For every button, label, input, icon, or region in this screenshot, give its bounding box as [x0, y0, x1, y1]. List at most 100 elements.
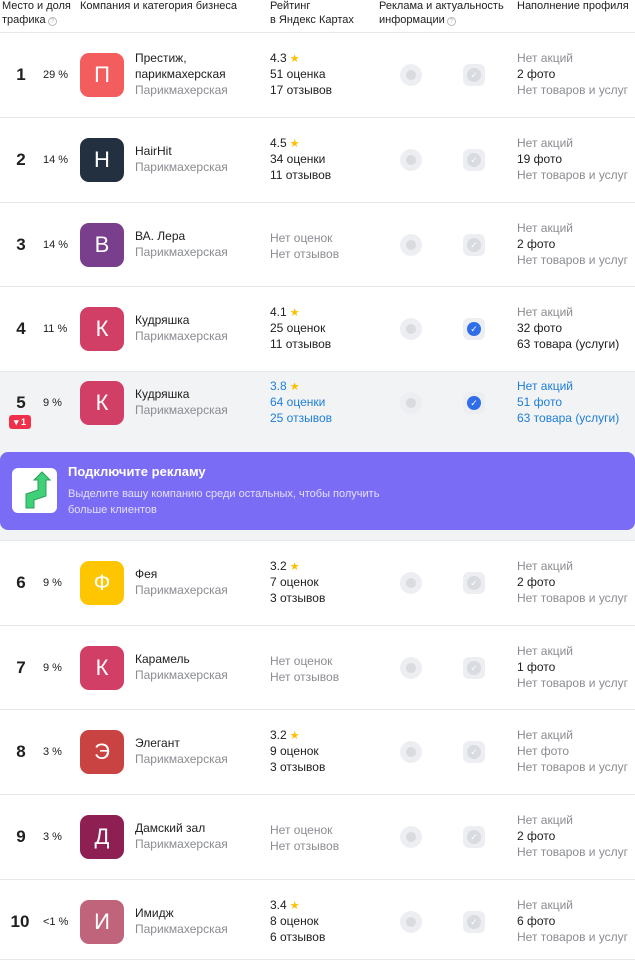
company-logo[interactable]: H: [80, 138, 124, 182]
star-icon: ★: [289, 730, 300, 742]
ratings-count: 7 оценок: [270, 575, 319, 589]
company-category: Парикмахерская: [135, 329, 228, 343]
ad-status-icon[interactable]: [400, 657, 422, 679]
table-row[interactable]: 4 11 % К Кудряшка Парикмахерская 4.1 ★ 25 оцено…: [0, 287, 635, 372]
ad-status-icon[interactable]: [400, 911, 422, 933]
rating-value: 3.2: [270, 728, 287, 742]
place-number: 6: [16, 573, 26, 592]
company-name[interactable]: ВА. Лера: [135, 228, 185, 244]
company-logo[interactable]: П: [80, 53, 124, 97]
ad-status-icon[interactable]: [400, 149, 422, 171]
info-verified-icon[interactable]: ✓: [463, 741, 485, 763]
products-info: 63 товара (услуги): [517, 337, 620, 351]
ad-status-icon[interactable]: [400, 318, 422, 340]
promos-info: Нет акций: [517, 728, 573, 742]
rating: 4.1 ★: [270, 304, 300, 321]
star-icon: ★: [289, 381, 300, 393]
rating: 3.2 ★: [270, 727, 300, 744]
ad-status-icon[interactable]: [400, 392, 422, 414]
company-name[interactable]: Элегант: [135, 735, 180, 751]
ratings-count: 64 оценки: [270, 395, 326, 409]
rating-value: 4.1: [270, 305, 287, 319]
ad-status-icon[interactable]: [400, 234, 422, 256]
info-verified-icon[interactable]: ✓: [463, 392, 485, 414]
table-row[interactable]: 10 <1 % И Имидж Парикмахерская 3.4 ★ 8 оценок 6 …: [0, 880, 635, 960]
star-icon: ★: [289, 138, 300, 150]
ratings-count: 8 оценок: [270, 914, 319, 928]
company-name[interactable]: Фея: [135, 566, 157, 582]
place-number: 2: [16, 150, 26, 169]
ad-status-icon[interactable]: [400, 64, 422, 86]
company-logo[interactable]: К: [80, 646, 124, 690]
company-name[interactable]: HairHit: [135, 143, 172, 159]
info-verified-icon[interactable]: ✓: [463, 657, 485, 679]
table-header: Место и доля трафика? Компания и категор…: [0, 0, 635, 33]
info-icon[interactable]: ?: [47, 17, 57, 26]
company-name[interactable]: Карамель: [135, 651, 190, 667]
photos-info: 51 фото: [517, 395, 562, 409]
check-icon: ✓: [467, 153, 481, 167]
banner-title[interactable]: Подключите рекламу: [68, 464, 206, 479]
company-logo[interactable]: Э: [80, 730, 124, 774]
place-number: 8: [16, 742, 26, 761]
table-row[interactable]: 9 3 % Д Дамский зал Парикмахерская Нет оценок…: [0, 795, 635, 880]
company-name[interactable]: Престиж,: [135, 50, 187, 66]
company-logo[interactable]: Д: [80, 815, 124, 859]
table-row[interactable]: 59 % ▾ 1 К Кудряшка Парикмахерская 3.8 ★ 64 оце…: [0, 372, 635, 448]
check-icon: ✓: [467, 68, 481, 82]
info-verified-icon[interactable]: ✓: [463, 911, 485, 933]
table-row[interactable]: 69 % Ф Фея Парикмахерская 3.2 ★ 7 оценок 3 отзы…: [0, 541, 635, 626]
ratings-count: Нет оценок: [270, 231, 333, 245]
ad-status-icon[interactable]: [400, 826, 422, 848]
ad-status-icon[interactable]: [400, 741, 422, 763]
photos-info: 2 фото: [517, 67, 556, 81]
check-icon: ✓: [467, 830, 481, 844]
table-row[interactable]: 7 9 % К Карамель Парикмахерская Нет оценок Нет…: [0, 626, 635, 710]
info-icon[interactable]: ?: [446, 17, 456, 26]
star-icon: ★: [289, 561, 300, 573]
promos-info: Нет акций: [517, 813, 573, 827]
table-row[interactable]: 3 14 % В ВА. Лера Парикмахерская Нет оценок Не…: [0, 203, 635, 287]
promos-info: Нет акций: [517, 136, 573, 150]
company-name[interactable]: Кудряшка: [135, 312, 189, 328]
header-rating-label-2: в Яндекс Картах: [270, 14, 354, 26]
place-number: 10: [10, 912, 30, 931]
company-logo[interactable]: К: [80, 381, 124, 425]
photos-info: 2 фото: [517, 829, 556, 843]
info-verified-icon[interactable]: ✓: [463, 149, 485, 171]
check-icon: ✓: [467, 745, 481, 759]
table-row[interactable]: 2 14 % H HairHit Парикмахерская 4.5 ★ 34 оценки…: [0, 118, 635, 203]
info-verified-icon[interactable]: ✓: [463, 64, 485, 86]
table-row[interactable]: 83 % Э Элегант Парикмахерская 3.2 ★ 9 оценок 3 …: [0, 710, 635, 795]
reviews-count: 6 отзывов: [270, 930, 326, 944]
company-logo[interactable]: К: [80, 307, 124, 351]
traffic-share: 9 %: [43, 662, 62, 674]
company-name[interactable]: Имидж: [135, 905, 174, 921]
products-info: Нет товаров и услуг: [517, 676, 629, 690]
company-category: Парикмахерская: [135, 83, 228, 97]
ad-status-icon[interactable]: [400, 572, 422, 594]
table-row[interactable]: 1 29 % П Престиж, парикмахерская Парикмахерск…: [0, 33, 635, 118]
company-name-2[interactable]: парикмахерская: [135, 66, 226, 82]
star-icon: ★: [289, 53, 300, 65]
info-verified-icon[interactable]: ✓: [463, 826, 485, 848]
check-icon: ✓: [467, 661, 481, 675]
company-category: Парикмахерская: [135, 837, 228, 851]
star-icon: ★: [289, 900, 300, 912]
company-logo[interactable]: В: [80, 223, 124, 267]
company-name[interactable]: Кудряшка: [135, 386, 189, 402]
company-logo[interactable]: Ф: [80, 561, 124, 605]
ratings-count: Нет оценок: [270, 823, 333, 837]
info-verified-icon[interactable]: ✓: [463, 234, 485, 256]
company-category: Парикмахерская: [135, 752, 228, 766]
header-place-label-2: трафика: [2, 14, 46, 26]
reviews-count: Нет отзывов: [270, 247, 340, 261]
rating: 3.2 ★: [270, 558, 300, 575]
company-name[interactable]: Дамский зал: [135, 820, 205, 836]
info-verified-icon[interactable]: ✓: [463, 572, 485, 594]
info-verified-icon[interactable]: ✓: [463, 318, 485, 340]
ratings-count: Нет оценок: [270, 654, 333, 668]
company-logo[interactable]: И: [80, 900, 124, 944]
reviews-count: 3 отзывов: [270, 760, 326, 774]
promos-info: Нет акций: [517, 898, 573, 912]
